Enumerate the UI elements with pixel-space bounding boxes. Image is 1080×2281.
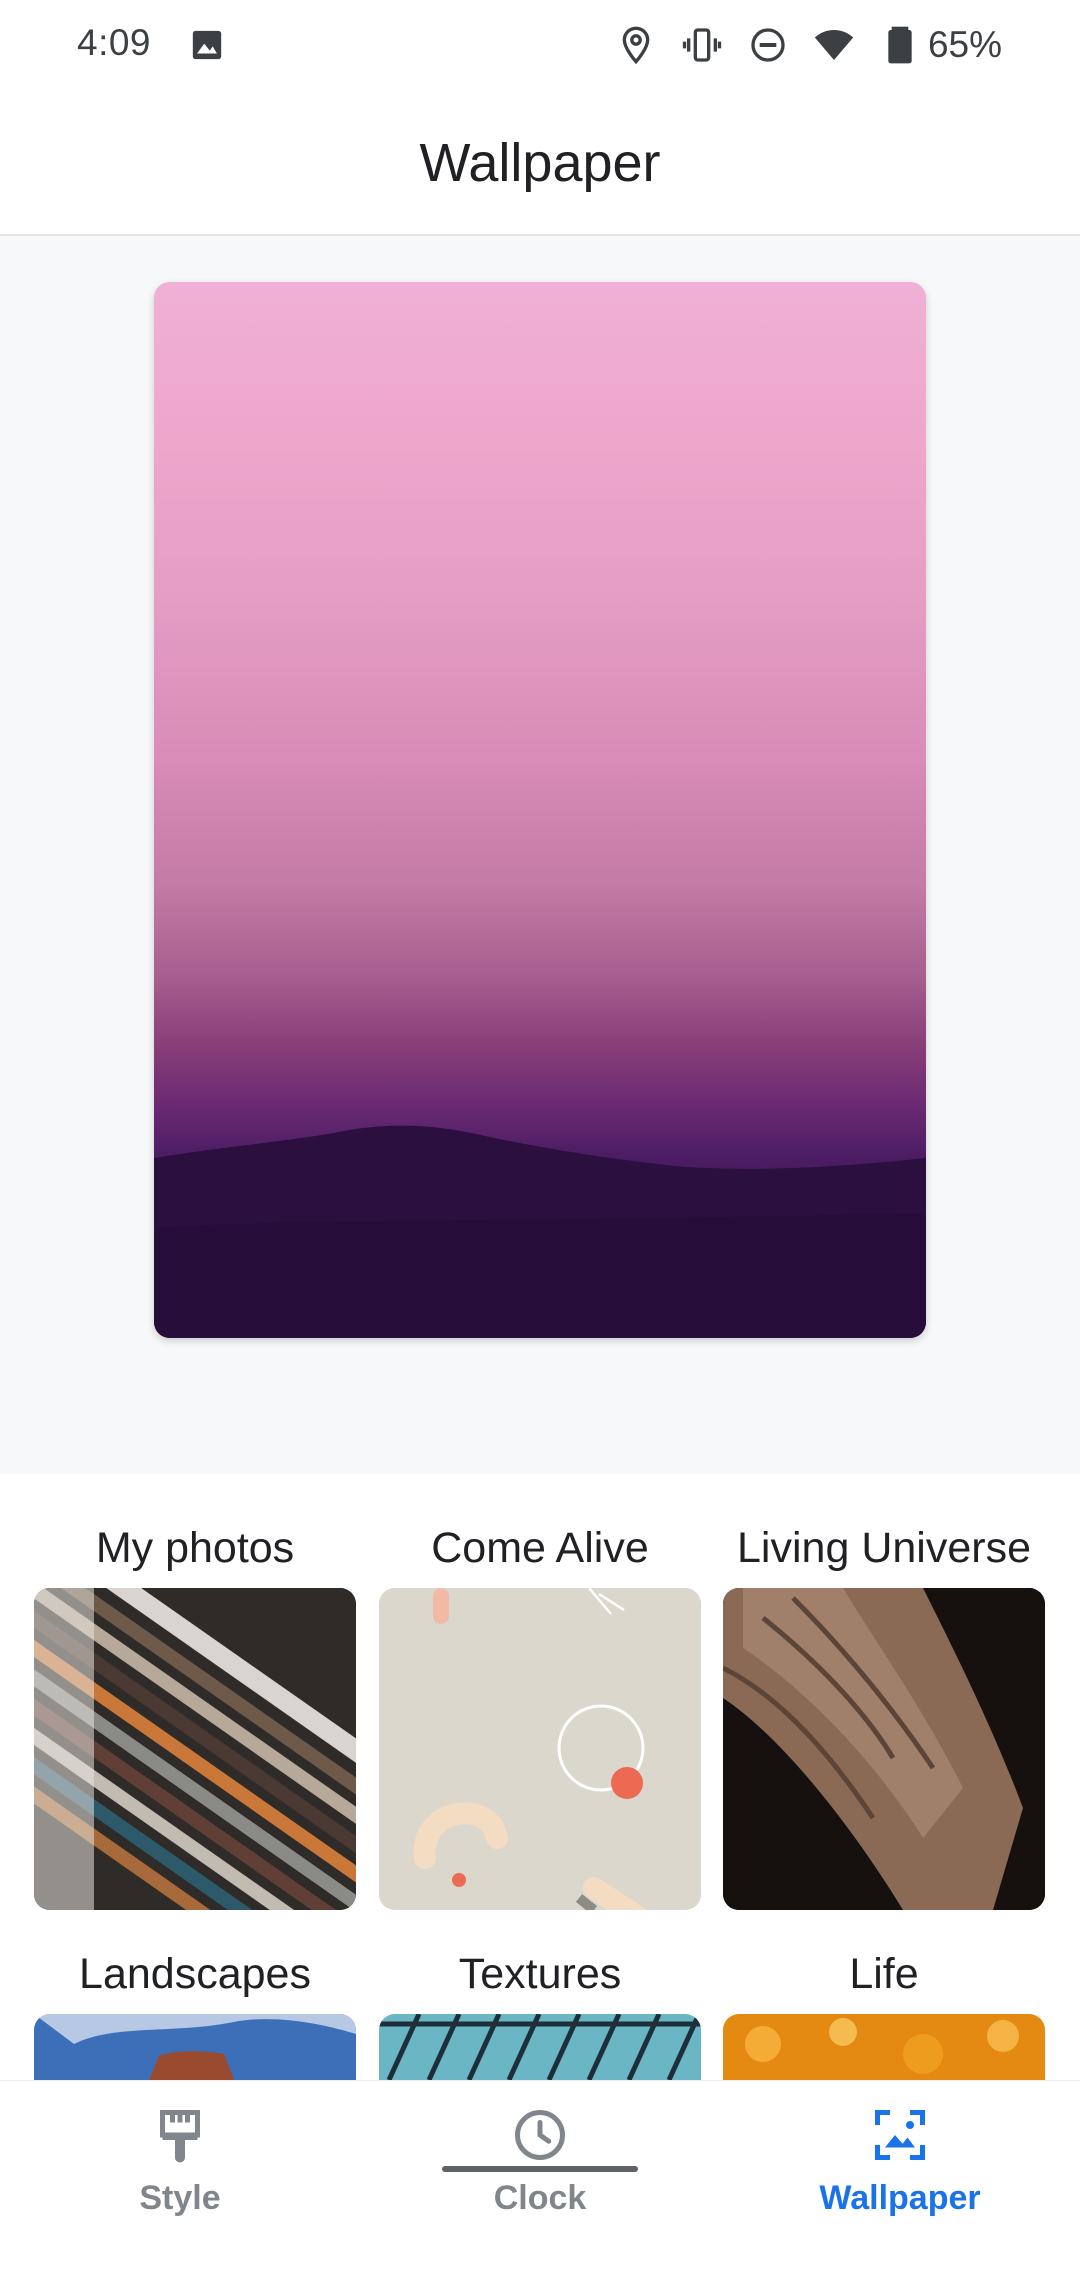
- category-come-alive-thumbnail[interactable]: [379, 1588, 701, 1910]
- battery-percentage: 65%: [927, 24, 1002, 65]
- category-living-universe[interactable]: Living Universe: [723, 1520, 1045, 1576]
- image-notification-icon: [192, 30, 222, 60]
- category-life[interactable]: Life: [723, 1946, 1045, 2002]
- category-textures[interactable]: Textures: [379, 1946, 701, 2002]
- paintbrush-icon: [160, 2110, 200, 2163]
- location-icon: [622, 26, 650, 65]
- category-my-photos[interactable]: My photos: [34, 1520, 356, 1576]
- bottom-navigation: Style Clock Wallpaper: [0, 2080, 1080, 2281]
- category-textures-thumbnail[interactable]: [379, 2014, 701, 2080]
- nav-item-clock[interactable]: Clock: [360, 2105, 720, 2218]
- wallpaper-icon: [875, 2110, 925, 2160]
- clock-icon: [515, 2110, 565, 2160]
- vibrate-icon: [682, 28, 722, 62]
- category-label: Landscapes: [79, 1950, 311, 1998]
- nav-label-wallpaper: Wallpaper: [819, 2179, 981, 2217]
- category-label: Life: [849, 1950, 919, 1998]
- category-label: Come Alive: [431, 1524, 649, 1572]
- category-landscapes-thumbnail[interactable]: [34, 2014, 356, 2080]
- status-time: 4:09: [77, 22, 152, 63]
- wifi-icon: [814, 30, 854, 60]
- page-title: Wallpaper: [419, 133, 661, 193]
- nav-item-wallpaper[interactable]: Wallpaper: [720, 2105, 1080, 2218]
- current-wallpaper-preview[interactable]: [154, 282, 926, 1338]
- category-label: My photos: [95, 1524, 295, 1572]
- do-not-disturb-icon: [751, 28, 785, 62]
- mountain-silhouette: [154, 1125, 926, 1338]
- wallpaper-preview-area: [0, 236, 1080, 1474]
- category-label: Living Universe: [737, 1524, 1031, 1572]
- category-life-thumbnail[interactable]: [723, 2014, 1045, 2080]
- battery-icon: [888, 26, 912, 64]
- home-indicator[interactable]: [442, 2166, 638, 2172]
- nav-label-clock: Clock: [493, 2179, 587, 2217]
- nav-label-style: Style: [139, 2179, 221, 2217]
- category-my-photos-thumbnail[interactable]: [34, 1588, 356, 1910]
- category-come-alive[interactable]: Come Alive: [379, 1520, 701, 1576]
- nav-item-style[interactable]: Style: [0, 2105, 360, 2218]
- category-label: Textures: [458, 1950, 622, 1998]
- category-landscapes[interactable]: Landscapes: [34, 1946, 356, 2002]
- app-bar: Wallpaper: [0, 90, 1080, 236]
- category-living-universe-thumbnail[interactable]: [723, 1588, 1045, 1910]
- status-bar: 4:09 65%: [0, 0, 1080, 90]
